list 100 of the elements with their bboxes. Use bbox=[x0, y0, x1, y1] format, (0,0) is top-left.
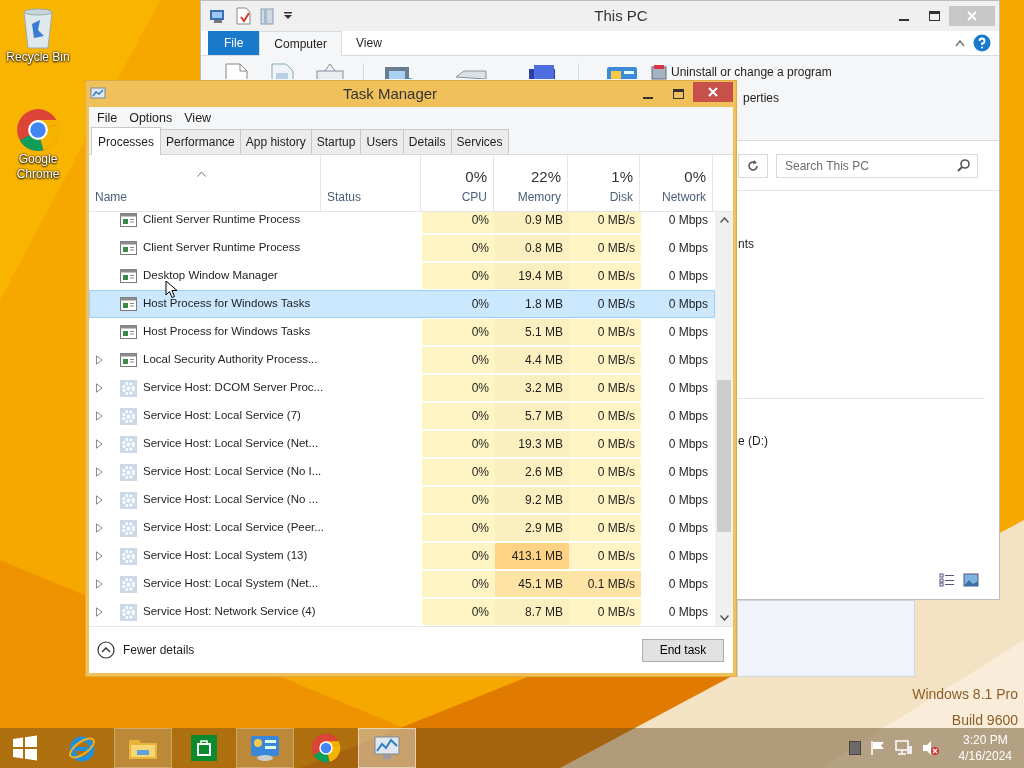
process-row[interactable]: Service Host: Local Service (No ... 0% 9.2 MB 0 MB/s 0 Mbps bbox=[89, 486, 715, 514]
end-task-button[interactable]: End task bbox=[642, 638, 724, 662]
tab[interactable]: App history bbox=[239, 129, 312, 154]
column-header[interactable]: Name bbox=[89, 155, 321, 211]
column-label: Status bbox=[327, 189, 363, 206]
collapse-icon[interactable] bbox=[97, 641, 115, 659]
process-row[interactable]: Host Process for Windows Tasks 0% 1.8 MB 0 MB/s 0 Mbps bbox=[89, 290, 715, 318]
scrollbar[interactable] bbox=[715, 212, 733, 626]
process-row[interactable]: Service Host: Local System (Net... 0% 45.1 MB 0.1 MB/s 0 Mbps bbox=[89, 570, 715, 598]
window-icon bbox=[120, 325, 137, 339]
square-icon[interactable] bbox=[848, 741, 861, 755]
collapse-ribbon-icon[interactable] bbox=[955, 39, 965, 47]
tab[interactable]: Details bbox=[402, 129, 452, 154]
process-name: Desktop Window Manager bbox=[143, 268, 278, 284]
expand-arrow-icon[interactable] bbox=[96, 467, 103, 477]
expand-arrow-icon[interactable] bbox=[96, 411, 103, 421]
help-icon[interactable] bbox=[973, 34, 991, 52]
clock-date: 4/16/2024 bbox=[958, 748, 1012, 764]
process-name: Service Host: Local Service (No ... bbox=[143, 492, 319, 508]
table-cell-text: 0 Mbps bbox=[667, 408, 709, 425]
expand-arrow-icon[interactable] bbox=[96, 383, 103, 393]
menu-item[interactable]: Options bbox=[123, 108, 179, 128]
new-folder-icon[interactable] bbox=[259, 7, 275, 25]
table-cell-text: 0 Mbps bbox=[667, 492, 709, 509]
scroll-down-icon[interactable] bbox=[719, 615, 729, 621]
process-row[interactable]: Service Host: DCOM Server Proc... 0% 3.2 MB 0 MB/s 0 Mbps bbox=[89, 374, 715, 402]
program-icon[interactable] bbox=[651, 64, 667, 80]
drive-label[interactable]: e (D:) bbox=[738, 432, 999, 450]
scroll-up-icon[interactable] bbox=[719, 217, 729, 223]
process-row[interactable]: Client Server Runtime Process 0% 0.9 MB 0 MB/s 0 Mbps bbox=[89, 212, 715, 234]
monitor-graph-icon bbox=[372, 734, 402, 762]
process-row[interactable]: Service Host: Local System (13) 0% 413.1 MB 0 MB/s 0 Mbps bbox=[89, 542, 715, 570]
table-cell: 5.7 MB bbox=[495, 403, 569, 429]
expand-arrow-icon[interactable] bbox=[96, 551, 103, 561]
menu-item[interactable]: View bbox=[178, 108, 218, 128]
window-icon bbox=[120, 241, 137, 255]
table-cell: 45.1 MB bbox=[495, 571, 569, 597]
column-header[interactable]: 22% Memory bbox=[494, 155, 568, 211]
ribbon-tab[interactable]: Computer bbox=[259, 31, 343, 56]
process-row[interactable]: Service Host: Local Service (No I... 0% 2.6 MB 0 MB/s 0 Mbps bbox=[89, 458, 715, 486]
table-cell: 0% bbox=[422, 212, 495, 233]
tab[interactable]: Processes bbox=[91, 127, 162, 155]
scrollbar-thumb[interactable] bbox=[717, 380, 731, 532]
ribbon-command[interactable]: Uninstall or change a program bbox=[671, 63, 832, 81]
column-header[interactable]: 0% CPU bbox=[421, 155, 494, 211]
monitor-graph-icon[interactable] bbox=[89, 86, 107, 102]
clock-time: 3:20 PM bbox=[962, 732, 1008, 748]
process-row[interactable]: Service Host: Local Service (7) 0% 5.7 MB 0 MB/s 0 Mbps bbox=[89, 402, 715, 430]
file-menu-button[interactable]: File bbox=[208, 31, 260, 55]
document-icon[interactable] bbox=[223, 63, 249, 79]
expand-arrow-icon[interactable] bbox=[96, 523, 103, 533]
dropdown-caret-icon[interactable] bbox=[283, 11, 293, 21]
column-header[interactable]: Status bbox=[321, 155, 421, 211]
taskbar-button[interactable] bbox=[358, 728, 416, 768]
table-cell: 0 MB/s bbox=[569, 403, 641, 429]
details-view-icon[interactable] bbox=[939, 573, 955, 587]
column-header[interactable]: 1% Disk bbox=[568, 155, 640, 211]
minimize-icon bbox=[643, 97, 653, 99]
large-icons-view-icon[interactable] bbox=[963, 573, 979, 587]
table-cell: 0 MB/s bbox=[569, 235, 641, 261]
ribbon-tab[interactable]: View bbox=[342, 31, 396, 55]
computer-icon[interactable] bbox=[209, 8, 227, 24]
tab[interactable]: Startup bbox=[310, 129, 362, 154]
fewer-details-link[interactable]: Fewer details bbox=[123, 641, 195, 659]
close-button[interactable] bbox=[693, 82, 733, 102]
network-icon[interactable] bbox=[894, 740, 913, 756]
process-row[interactable]: Host Process for Windows Tasks 0% 5.1 MB 0 MB/s 0 Mbps bbox=[89, 318, 715, 346]
expand-arrow-icon[interactable] bbox=[96, 495, 103, 505]
speaker-muted-icon[interactable] bbox=[921, 740, 940, 756]
refresh-button[interactable] bbox=[738, 153, 768, 178]
tab[interactable]: Services bbox=[450, 129, 509, 154]
table-cell-text: 0 Mbps bbox=[667, 240, 709, 257]
column-header[interactable]: 0% Network bbox=[640, 155, 713, 211]
chrome-icon[interactable] bbox=[16, 108, 60, 152]
process-row[interactable]: Desktop Window Manager 0% 19.4 MB 0 MB/s 0 Mbps bbox=[89, 262, 715, 290]
monitor-icon[interactable] bbox=[315, 63, 345, 79]
taskbar-button[interactable] bbox=[236, 728, 294, 768]
expand-arrow-icon[interactable] bbox=[96, 607, 103, 617]
expand-arrow-icon[interactable] bbox=[96, 355, 103, 365]
ribbon-command[interactable]: perties bbox=[743, 89, 780, 107]
process-row[interactable]: Service Host: Local Service (Peer... 0% 2.9 MB 0 MB/s 0 Mbps bbox=[89, 514, 715, 542]
properties-icon[interactable] bbox=[235, 7, 251, 25]
process-row[interactable]: Client Server Runtime Process 0% 0.8 MB 0 MB/s 0 Mbps bbox=[89, 234, 715, 262]
flag-icon[interactable] bbox=[869, 740, 886, 756]
tab[interactable]: Users bbox=[360, 129, 404, 154]
process-row[interactable]: Service Host: Network Service (4) 0% 8.7 MB 0 MB/s 0 Mbps bbox=[89, 598, 715, 626]
taskbar-button[interactable] bbox=[114, 728, 172, 768]
tab[interactable]: Performance bbox=[160, 129, 241, 154]
search-field[interactable]: Search This PC bbox=[776, 153, 978, 178]
expand-arrow-icon[interactable] bbox=[96, 579, 103, 589]
expand-arrow-icon[interactable] bbox=[96, 439, 103, 449]
process-row[interactable]: Service Host: Local Service (Net... 0% 19.3 MB 0 MB/s 0 Mbps bbox=[89, 430, 715, 458]
menu-item[interactable]: File bbox=[91, 108, 124, 128]
gear-icon bbox=[120, 407, 137, 425]
process-row[interactable]: Local Security Authority Process... 0% 4.4 MB 0 MB/s 0 Mbps bbox=[89, 346, 715, 374]
control-panel-icon[interactable] bbox=[605, 67, 639, 79]
close-icon bbox=[708, 87, 718, 97]
folder-label[interactable]: nts bbox=[738, 235, 999, 253]
process-name: Service Host: Local Service (Peer... bbox=[143, 520, 324, 536]
table-cell: 0 MB/s bbox=[569, 319, 641, 345]
